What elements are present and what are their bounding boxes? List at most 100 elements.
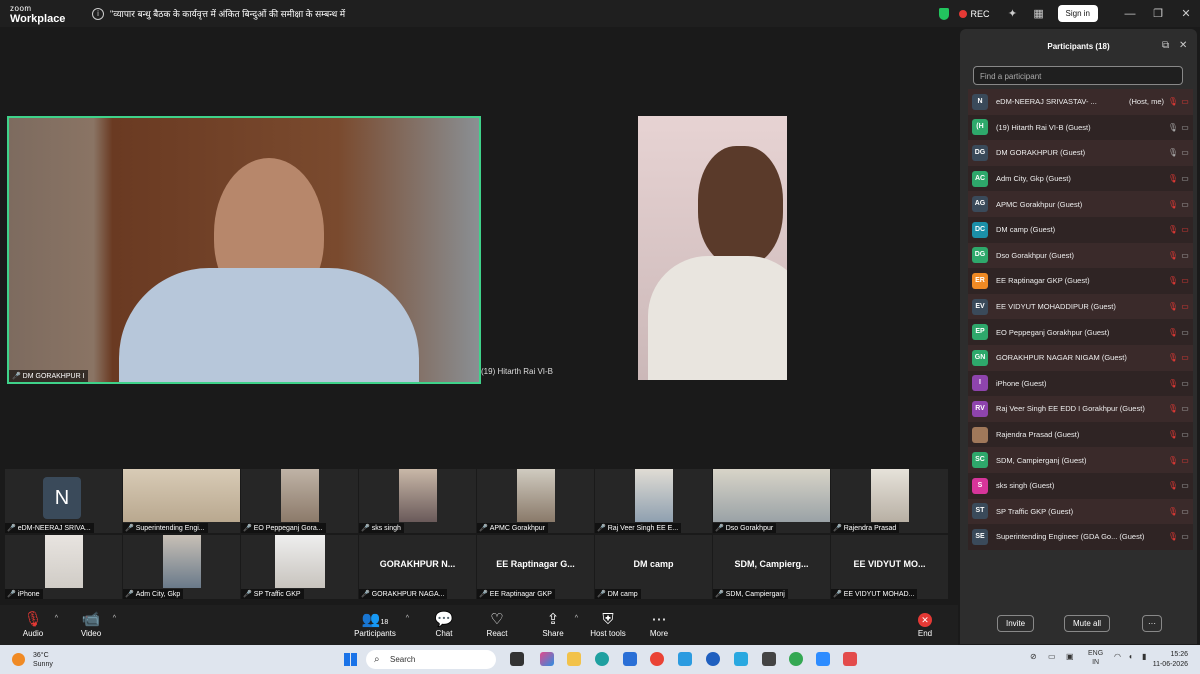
display-icon[interactable]: ▣ xyxy=(1066,652,1074,661)
camera-on-icon[interactable]: ▭ xyxy=(1179,123,1191,132)
participant-row[interactable]: SC SDM, Campierganj (Guest) 🎙 ▭ xyxy=(968,447,1193,473)
weather-widget[interactable]: 36°C Sunny xyxy=(12,651,53,669)
mic-muted-icon[interactable]: 🎙 xyxy=(1167,532,1179,541)
task-view-icon[interactable] xyxy=(510,652,524,666)
clock[interactable]: 15:26 11-06-2026 xyxy=(1153,650,1188,670)
mic-on-icon[interactable]: 🎙 xyxy=(1167,123,1179,132)
hp-icon[interactable] xyxy=(706,652,720,666)
participant-row[interactable]: DG Dso Gorakhpur (Guest) 🎙 ▭ xyxy=(968,242,1193,269)
gallery-tile[interactable]: 🎤 SP Traffic GKP xyxy=(241,535,358,599)
participant-row[interactable]: ST SP Traffic GKP (Guest) 🎙 ▭ xyxy=(968,498,1193,525)
participant-row[interactable]: AC Adm City, Gkp (Guest) 🎙 ▭ xyxy=(968,165,1193,192)
react-button[interactable]: ♡ React xyxy=(484,611,510,638)
gallery-tile[interactable]: SDM, Campierg... 🎤 SDM, Campierganj xyxy=(713,535,830,599)
camera-on-icon[interactable]: ▭ xyxy=(1179,481,1191,490)
camera-on-icon[interactable]: ▭ xyxy=(1179,379,1191,388)
mic-muted-icon[interactable]: 🎙 xyxy=(1167,302,1179,311)
pop-out-icon[interactable]: ⧉ xyxy=(1162,40,1169,51)
info-icon[interactable]: i xyxy=(92,7,104,20)
minimize-icon[interactable]: — xyxy=(1116,8,1144,20)
camera-off-icon[interactable]: ▭ xyxy=(1179,97,1191,106)
mic-muted-icon[interactable]: 🎙 xyxy=(1167,507,1179,516)
gallery-tile[interactable]: 🎤 Adm City, Gkp xyxy=(123,535,240,599)
app-icon[interactable] xyxy=(678,652,692,666)
chevron-up-icon[interactable]: ^ xyxy=(406,615,409,622)
gallery-tile[interactable]: EE Raptinagar G... 🎤 EE Raptinagar GKP xyxy=(477,535,594,599)
mic-muted-icon[interactable]: 🎙 xyxy=(1167,456,1179,465)
camera-on-icon[interactable]: ▭ xyxy=(1179,404,1191,413)
active-speaker-video[interactable]: 🎤 DM GORAKHPUR I xyxy=(7,116,481,384)
mic-muted-icon[interactable]: 🎙 xyxy=(1167,251,1179,260)
chevron-up-icon[interactable]: ^ xyxy=(575,615,578,622)
camera-off-icon[interactable]: ▭ xyxy=(1179,353,1191,362)
gallery-tile[interactable]: 🎤 sks singh xyxy=(359,469,476,533)
camera-on-icon[interactable]: ▭ xyxy=(1179,507,1191,516)
apps-grid-icon[interactable]: ▦ xyxy=(1032,7,1046,20)
participant-row[interactable]: Ssks singh (Guest) 🎙 ▭ xyxy=(968,472,1193,499)
language-indicator[interactable]: ENG IN xyxy=(1088,649,1103,667)
close-panel-icon[interactable]: ✕ xyxy=(1179,40,1187,51)
chevron-up-icon[interactable]: ^ xyxy=(113,615,116,622)
volume-icon[interactable]: ◖ xyxy=(1128,652,1133,661)
gallery-tile[interactable]: 🎤 Dso Gorakhpur xyxy=(713,469,830,533)
participant-row[interactable]: Rajendra Prasad (Guest) 🎙 ▭ xyxy=(968,421,1193,448)
network-tray-icon[interactable]: ▭ xyxy=(1048,652,1056,661)
encryption-shield-icon[interactable] xyxy=(938,7,949,20)
chat-button[interactable]: 💬 Chat xyxy=(432,611,456,638)
participant-row[interactable]: NeDM-NEERAJ SRIVASTAV- ... (Host, me) 🎙 ▭ xyxy=(968,89,1193,115)
mic-muted-icon[interactable]: 🎙 xyxy=(1167,276,1179,285)
participant-row[interactable]: AG APMC Gorakhpur (Guest) 🎙 ▭ xyxy=(968,191,1193,217)
gallery-tile[interactable]: 🎤 Superintending Engi... xyxy=(123,469,240,533)
calculator-icon[interactable] xyxy=(762,652,776,666)
camera-on-icon[interactable]: ▭ xyxy=(1179,251,1191,260)
camera-off-icon[interactable]: ▭ xyxy=(1179,456,1191,465)
file-explorer-icon[interactable] xyxy=(567,652,581,666)
mic-muted-icon[interactable]: 🎙 xyxy=(1167,328,1179,337)
camera-on-icon[interactable]: ▭ xyxy=(1179,148,1191,157)
gallery-tile[interactable]: EE VIDYUT MO... 🎤 EE VIDYUT MOHAD... xyxy=(831,535,948,599)
mic-muted-icon[interactable]: 🎙 xyxy=(1167,225,1179,234)
camera-on-icon[interactable]: ▭ xyxy=(1179,200,1191,209)
mic-on-icon[interactable]: 🎙 xyxy=(1167,148,1179,157)
windows-start-icon[interactable] xyxy=(344,653,357,666)
zoom-taskbar-icon[interactable] xyxy=(816,652,830,666)
mic-muted-icon[interactable]: 🎙 xyxy=(1167,353,1179,362)
gallery-tile[interactable]: 🎤 EO Peppeganj Gora... xyxy=(241,469,358,533)
panel-more-button[interactable]: ··· xyxy=(1142,615,1162,632)
store-icon[interactable] xyxy=(623,652,637,666)
mic-muted-icon[interactable]: 🎙 xyxy=(1167,481,1179,490)
participants-button[interactable]: 👥18 Participants ^ xyxy=(353,611,409,638)
camera-on-icon[interactable]: ▭ xyxy=(1179,532,1191,541)
participant-row[interactable]: EP EO Peppeganj Gorakhpur (Guest) 🎙 ▭ xyxy=(968,319,1193,345)
participant-row[interactable]: (H (19) Hitarth Rai VI-B (Guest) 🎙 ▭ xyxy=(968,114,1193,141)
gallery-tile[interactable]: 🎤 APMC Gorakhpur xyxy=(477,469,594,533)
hidden-icons-icon[interactable]: ⊘ xyxy=(1030,652,1037,661)
mic-muted-icon[interactable]: 🎙 xyxy=(1167,404,1179,413)
share-button[interactable]: ⇪ Share ^ xyxy=(540,611,578,638)
gallery-tile[interactable]: 🎤 iPhone xyxy=(5,535,122,599)
ai-companion-icon[interactable]: ✦ xyxy=(1006,7,1020,20)
participant-row[interactable]: ER EE Raptinagar GKP (Guest) 🎙 ▭ xyxy=(968,268,1193,294)
mic-muted-icon[interactable]: 🎙 xyxy=(1167,430,1179,439)
participant-row[interactable]: GN GORAKHPUR NAGAR NIGAM (Guest) 🎙 ▭ xyxy=(968,344,1193,371)
video-button[interactable]: 📹 Video ^ xyxy=(78,611,116,638)
taskbar-search[interactable]: ⌕ Search xyxy=(366,650,496,669)
app-icon[interactable] xyxy=(734,652,748,666)
chrome-icon[interactable] xyxy=(650,652,664,666)
restore-icon[interactable]: ❐ xyxy=(1144,7,1172,20)
invite-button[interactable]: Invite xyxy=(997,615,1035,632)
camera-off-icon[interactable]: ▭ xyxy=(1179,302,1191,311)
chevron-up-icon[interactable]: ^ xyxy=(55,615,58,622)
copilot-icon[interactable] xyxy=(540,652,554,666)
sign-in-button[interactable]: Sign in xyxy=(1057,5,1098,22)
recording-indicator[interactable]: REC xyxy=(958,9,990,19)
participant-search-input[interactable]: Find a participant xyxy=(973,66,1183,85)
camera-on-icon[interactable]: ▭ xyxy=(1179,328,1191,337)
mic-muted-icon[interactable]: 🎙 xyxy=(1167,200,1179,209)
participant-row[interactable]: RV Raj Veer Singh EE EDD I Gorakhpur (Gue… xyxy=(968,396,1193,422)
mic-muted-icon[interactable]: 🎙 xyxy=(1167,174,1179,183)
participant-row[interactable]: IiPhone (Guest) 🎙 ▭ xyxy=(968,370,1193,397)
edge-icon[interactable] xyxy=(595,652,609,666)
camera-off-icon[interactable]: ▭ xyxy=(1179,225,1191,234)
gallery-tile[interactable]: 🎤 Rajendra Prasad xyxy=(831,469,948,533)
